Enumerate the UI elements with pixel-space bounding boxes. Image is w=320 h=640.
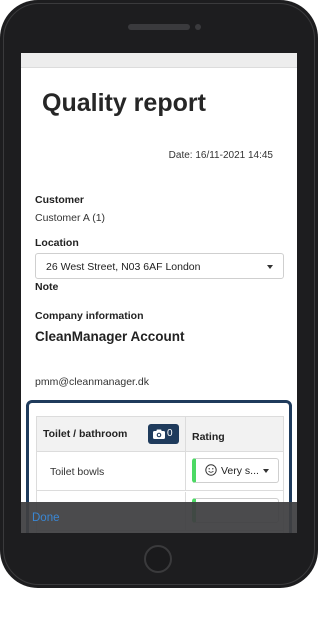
keyboard-toolbar: Done	[21, 502, 297, 533]
rating-header: Rating	[192, 431, 225, 443]
chevron-down-icon	[267, 265, 273, 269]
company-name: CleanManager Account	[35, 329, 185, 344]
add-photo-button[interactable]: 0	[148, 424, 179, 444]
speaker-grille	[128, 24, 190, 30]
customer-label: Customer	[35, 194, 85, 206]
front-camera	[195, 24, 201, 30]
customer-value: Customer A (1)	[35, 212, 106, 224]
smile-icon	[205, 464, 217, 476]
row-label: Toilet bowls	[50, 466, 105, 478]
home-button[interactable]	[144, 545, 172, 573]
camera-icon	[153, 429, 165, 439]
table-header: Toilet / bathroom 0 Rating	[37, 417, 283, 452]
browser-top-bar	[21, 53, 297, 68]
location-select[interactable]: 26 West Street, N03 6AF London	[35, 253, 284, 279]
column-divider	[185, 417, 186, 451]
done-button[interactable]: Done	[32, 512, 60, 524]
rating-value: Very s...	[221, 465, 259, 477]
location-label: Location	[35, 237, 79, 249]
table-row: Toilet bowls Very s...	[37, 452, 283, 491]
rating-select[interactable]: Very s...	[192, 458, 279, 483]
area-header: Toilet / bathroom	[43, 428, 128, 440]
company-info-label: Company information	[35, 310, 144, 322]
chevron-down-icon	[263, 469, 269, 473]
location-select-value: 26 West Street, N03 6AF London	[46, 261, 201, 273]
photo-count: 0	[167, 428, 173, 439]
report-date: Date: 16/11-2021 14:45	[168, 150, 273, 161]
note-label: Note	[35, 281, 59, 293]
phone-frame: Quality report Date: 16/11-2021 14:45 Cu…	[0, 0, 318, 588]
app-screen: Quality report Date: 16/11-2021 14:45 Cu…	[21, 53, 297, 533]
company-email: pmm@cleanmanager.dk	[35, 376, 149, 388]
column-divider	[185, 452, 186, 490]
page-title: Quality report	[42, 89, 206, 117]
